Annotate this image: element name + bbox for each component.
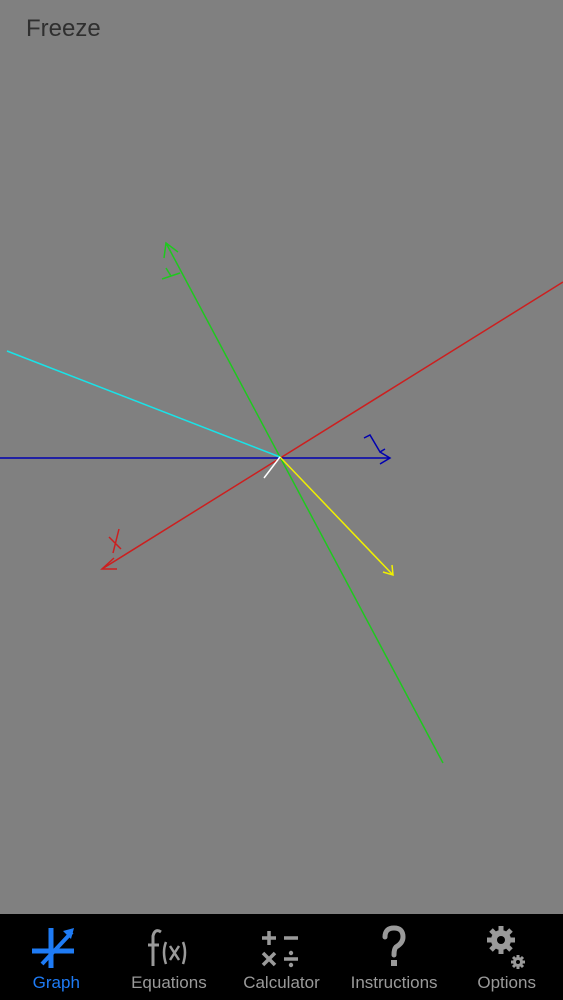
graph-screen: Freeze Graph Equations Calculator Instru… — [0, 0, 563, 1000]
cyan-vector — [6, 350, 281, 458]
tab-equations[interactable]: Equations — [113, 914, 226, 1000]
tab-graph[interactable]: Graph — [0, 914, 113, 1000]
tab-options-label: Options — [477, 973, 536, 992]
fx-icon — [147, 929, 187, 966]
graph-canvas[interactable] — [0, 0, 563, 914]
tab-calculator-label: Calculator — [243, 973, 320, 992]
x-axis-line — [101, 281, 563, 570]
tab-options[interactable]: Options — [450, 914, 563, 1000]
yellow-vector — [279, 456, 394, 576]
graph-icon — [32, 928, 75, 968]
tab-equations-label: Equations — [131, 973, 207, 992]
tab-graph-label: Graph — [32, 973, 80, 992]
tab-instructions-label: Instructions — [350, 973, 438, 992]
calculator-icon — [262, 931, 299, 968]
question-icon — [382, 925, 406, 966]
z-axis-label-glyph — [363, 434, 386, 454]
y-axis-arrowhead — [163, 241, 179, 259]
tab-instructions[interactable]: Instructions — [338, 914, 451, 1000]
tab-bar: Graph Equations Calculator Instructions … — [0, 914, 563, 1000]
gear-icon — [486, 926, 525, 969]
x-axis-label-glyph — [108, 528, 122, 554]
freeze-button[interactable]: Freeze — [26, 14, 101, 44]
y-axis-label-glyph — [161, 267, 181, 280]
tab-calculator[interactable]: Calculator — [225, 914, 338, 1000]
